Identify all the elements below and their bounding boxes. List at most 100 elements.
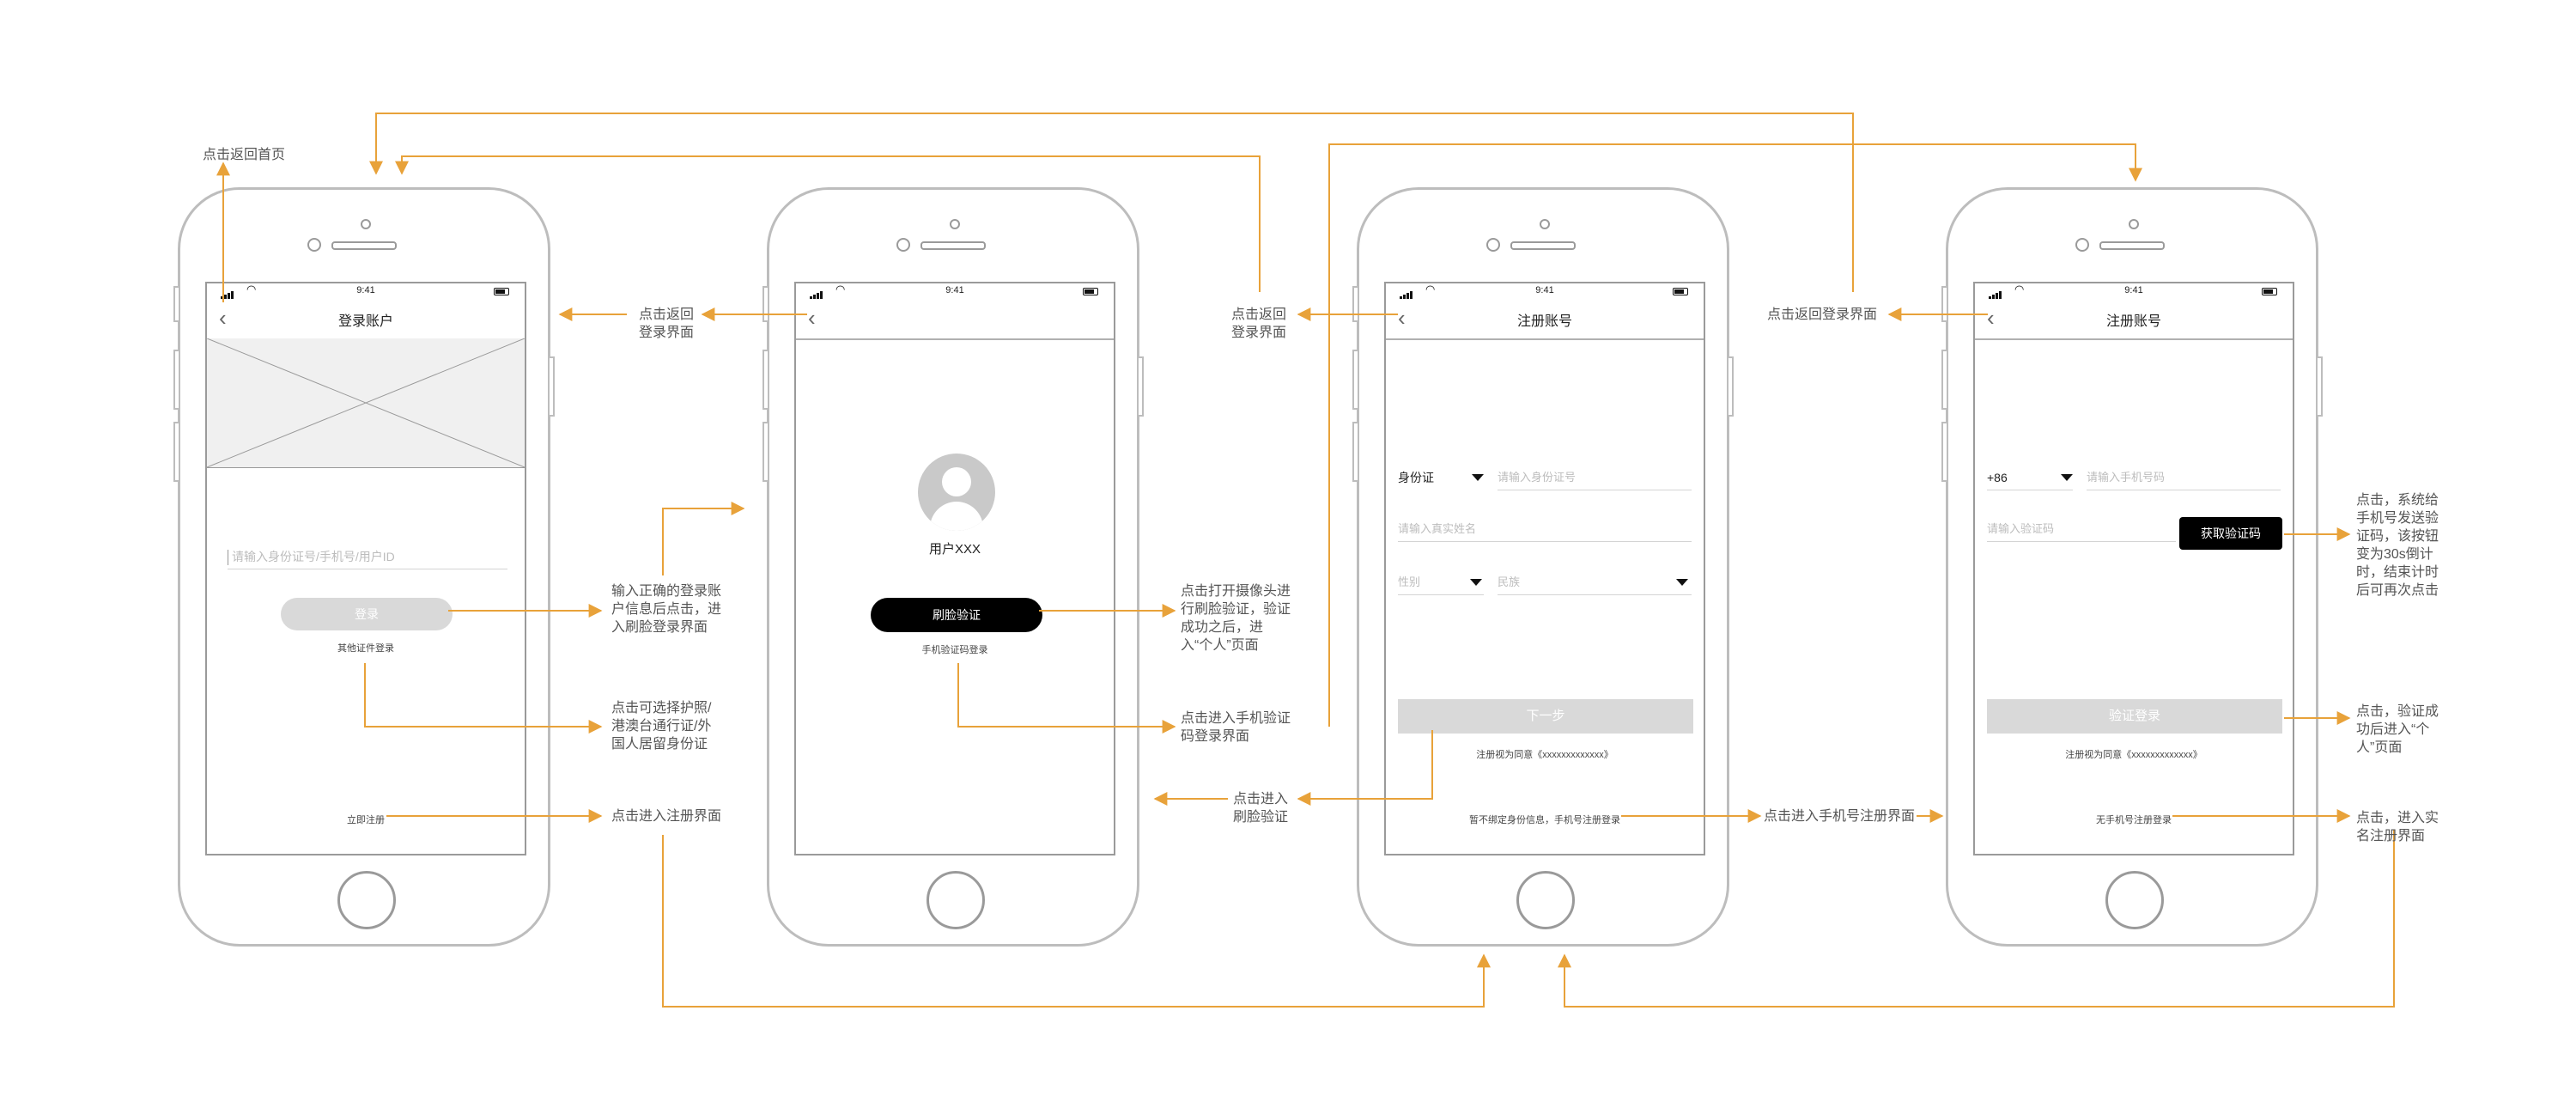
note-line: 入“个人”页面 <box>1181 638 1259 653</box>
agreement-link[interactable]: 注册视为同意《xxxxxxxxxxxxx》 <box>1386 747 1704 761</box>
ethnicity-select[interactable]: 民族 <box>1498 570 1692 595</box>
note-line: 点击，系统给 <box>2356 493 2439 508</box>
status-time: 9:41 <box>1535 285 1554 295</box>
agreement-link[interactable]: 注册视为同意《xxxxxxxxxxxxx》 <box>1975 747 2293 761</box>
phone-register-id: ◠ 9:41 ‹ 注册账号 身份证 请输入身份证号 请输入真实姓名 性别 民族 <box>1352 187 1734 947</box>
arrow-login-to-face <box>662 502 745 575</box>
battery-icon <box>1673 288 1688 295</box>
back-icon[interactable]: ‹ <box>808 306 816 330</box>
note-line: 点击可选择护照/ <box>611 701 712 715</box>
status-bar: ◠ 9:41 <box>796 283 1114 299</box>
note-line: 点击，验证成 <box>2356 704 2439 719</box>
next-step-button[interactable]: 下一步 <box>1398 699 1693 734</box>
note-line: 点击打开摄像头进 <box>1181 584 1291 599</box>
side-button <box>1137 356 1144 417</box>
note-line: 人”页面 <box>2356 740 2403 755</box>
camera-dot <box>1540 219 1550 229</box>
note-get-code: 点击，系统给 手机号发送验 证码，该按钮 变为30s倒计 时，结束计时 后可再次… <box>2356 491 2439 600</box>
note-line: 国人居留身份证 <box>611 737 708 752</box>
note-line: 时，结束计时 <box>2356 565 2439 580</box>
nav-bar: ‹ 登录账户 <box>207 299 525 340</box>
camera-dot <box>2129 219 2139 229</box>
note-real-name: 点击，进入实 名注册界面 <box>2356 809 2439 845</box>
battery-icon <box>1083 288 1098 295</box>
status-bar: ◠ 9:41 <box>1975 283 2293 299</box>
phone-input[interactable]: 请输入手机号码 <box>2087 466 2281 490</box>
status-time: 9:41 <box>356 285 375 295</box>
note-back-home: 点击返回首页 <box>203 148 286 162</box>
side-button <box>1352 286 1359 322</box>
sms-login-link[interactable]: 手机验证码登录 <box>796 642 1114 656</box>
status-time: 9:41 <box>2124 285 2143 295</box>
side-button <box>1727 356 1734 417</box>
note-line: 成功之后，进 <box>1181 620 1264 635</box>
battery-icon <box>2262 288 2277 295</box>
speaker <box>2099 241 2165 250</box>
country-code-select[interactable]: +86 <box>1987 466 2073 490</box>
battery-icon <box>494 288 509 295</box>
side-button <box>762 422 769 482</box>
register-now-link[interactable]: 立即注册 <box>207 813 525 826</box>
side-button <box>1352 422 1359 482</box>
page-title: 注册账号 <box>2105 314 2161 329</box>
phone-face-login: ◠ 9:41 ‹ 用户XXX 刷脸验证 手机验证码登录 <box>762 187 1144 947</box>
id-number-input[interactable]: 请输入身份证号 <box>1498 466 1692 490</box>
get-code-button[interactable]: 获取验证码 <box>2179 517 2282 550</box>
side-button <box>1941 350 1948 410</box>
note-line: 功后进入“个 <box>2356 722 2430 737</box>
note-line: 证码，该按钮 <box>2356 529 2439 544</box>
status-bar: ◠ 9:41 <box>1386 283 1704 299</box>
camera-lens <box>896 238 910 252</box>
ethnicity-placeholder: 民族 <box>1498 575 1521 588</box>
verify-login-button[interactable]: 验证登录 <box>1987 699 2282 734</box>
gender-select[interactable]: 性别 <box>1398 570 1484 595</box>
side-button <box>173 422 180 482</box>
side-button <box>1352 350 1359 410</box>
phone-register-link[interactable]: 暂不绑定身份信息，手机号注册登录 <box>1386 813 1704 826</box>
flow-diagram: ◠ 9:41 ‹ 登录账户 请输入身份证号/手机号/用户ID 登录 其他证件登录… <box>0 0 2576 1102</box>
note-other-id: 点击可选择护照/ 港澳台通行证/外 国人居留身份证 <box>611 699 711 753</box>
note-line: 行刷脸验证，验证 <box>1181 602 1291 617</box>
other-id-login-link[interactable]: 其他证件登录 <box>207 641 525 655</box>
avatar-icon <box>918 454 995 531</box>
camera-lens <box>2075 238 2089 252</box>
no-phone-register-link[interactable]: 无手机号注册登录 <box>1975 813 2293 826</box>
note-line: 户信息后点击，进 <box>611 602 722 617</box>
real-name-input[interactable]: 请输入真实姓名 <box>1398 517 1692 542</box>
home-button <box>337 871 396 929</box>
status-bar: ◠ 9:41 <box>207 283 525 299</box>
account-input[interactable]: 请输入身份证号/手机号/用户ID <box>228 545 507 569</box>
note-back-login-3: 点击返回登录界面 <box>1767 307 1878 322</box>
dropdown-arrow-icon <box>1676 579 1688 586</box>
note-line: 登录界面 <box>1230 326 1286 340</box>
note-sms: 点击进入手机验证 码登录界面 <box>1181 709 1291 746</box>
camera-lens <box>1486 238 1500 252</box>
id-type-value: 身份证 <box>1398 471 1434 484</box>
screen-face-login: ◠ 9:41 ‹ 用户XXX 刷脸验证 手机验证码登录 <box>794 282 1115 855</box>
note-register: 点击进入注册界面 <box>611 809 722 824</box>
side-button <box>1941 422 1948 482</box>
banner-image-placeholder <box>207 338 525 468</box>
home-button <box>1516 871 1575 929</box>
note-line: 点击返回 <box>1230 307 1286 322</box>
home-button <box>927 871 985 929</box>
code-input[interactable]: 请输入验证码 <box>1987 517 2176 542</box>
gender-placeholder: 性别 <box>1398 575 1421 588</box>
status-time: 9:41 <box>945 285 964 295</box>
note-face-verify: 点击进入 刷脸验证 <box>1230 790 1291 826</box>
dropdown-arrow-icon <box>1472 474 1484 481</box>
side-button <box>762 350 769 410</box>
note-line: 码登录界面 <box>1181 729 1250 744</box>
phone-register-phone: ◠ 9:41 ‹ 注册账号 +86 请输入手机号码 请输入验证码 获取验证码 验… <box>1941 187 2323 947</box>
page-title: 登录账户 <box>337 314 393 329</box>
screen-register-id: ◠ 9:41 ‹ 注册账号 身份证 请输入身份证号 请输入真实姓名 性别 民族 <box>1384 282 1705 855</box>
side-button <box>1941 286 1948 322</box>
note-line: 入刷脸登录界面 <box>611 620 708 635</box>
note-line: 港澳台通行证/外 <box>611 719 712 734</box>
login-button[interactable]: 登录 <box>281 598 453 630</box>
note-line: 手机号发送验 <box>2356 511 2439 526</box>
note-line: 后可再次点击 <box>2356 583 2439 598</box>
id-type-select[interactable]: 身份证 <box>1398 466 1484 490</box>
note-line: 输入正确的登录账 <box>611 584 722 599</box>
face-verify-button[interactable]: 刷脸验证 <box>871 598 1042 632</box>
